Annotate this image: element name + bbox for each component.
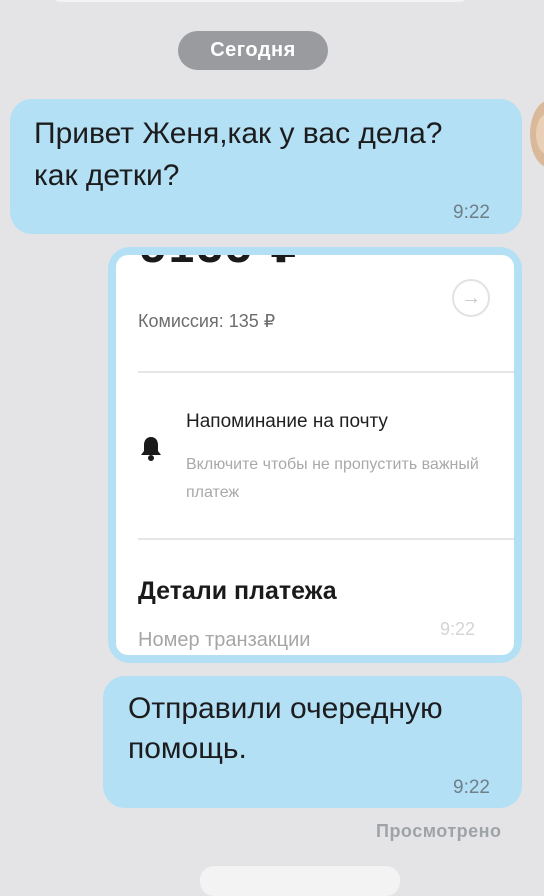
payment-details-title: Детали платежа [138,577,337,605]
transaction-number-label: Номер транзакции [138,629,311,651]
arrow-right-icon: → [452,279,490,317]
payment-screenshot-image[interactable]: 5135 ₽ → Комиссия: 135 ₽ Напоминание на … [116,255,514,655]
message-text-line: как детки? [34,159,180,192]
message-bubble-greeting[interactable]: Привет Женя,как у вас дела? как детки? 9… [10,99,522,234]
divider [138,538,514,540]
contact-avatar[interactable] [530,100,544,168]
next-message-edge [200,866,400,896]
message-bubble-help-sent[interactable]: Отправили очередную помощь. 9:22 [103,676,522,808]
message-time: 9:22 [453,202,490,223]
payment-commission: Комиссия: 135 ₽ [138,311,276,331]
reminder-description: Включите чтобы не пропустить важный плат… [186,456,479,501]
reminder-title: Напоминание на почту [186,411,388,432]
divider [138,371,514,373]
bell-icon [141,437,161,461]
message-text-line: Привет Женя,как у вас дела? [34,117,443,150]
read-status: Просмотрено [376,821,502,841]
date-separator: Сегодня [178,31,328,70]
message-text-line: Отправили очередную [128,692,443,725]
message-time: 9:22 [453,777,490,798]
message-text-line: помощь. [128,732,247,765]
message-time: 9:22 [440,619,476,639]
previous-message-edge [50,0,470,2]
payment-amount: 5135 ₽ [140,255,305,273]
